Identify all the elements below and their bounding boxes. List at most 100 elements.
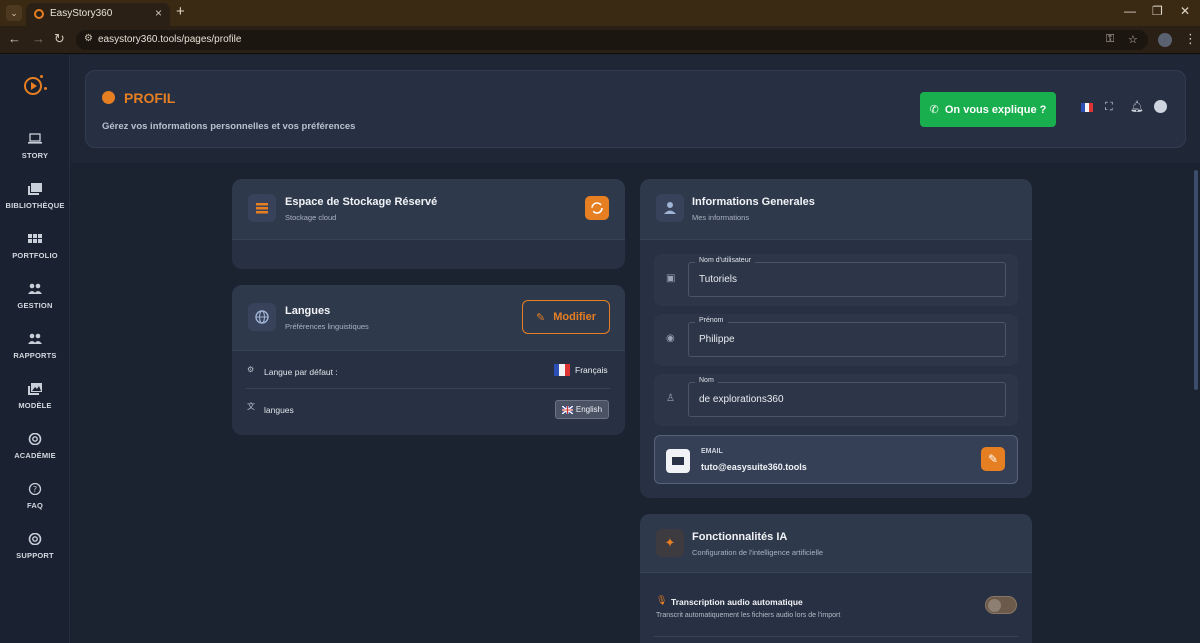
tab-search-button[interactable]: ⌄ bbox=[6, 5, 22, 21]
general-info-header: Informations Generales Mes informations bbox=[640, 179, 1032, 240]
minimize-icon[interactable]: — bbox=[1124, 4, 1136, 18]
username-value: Tutoriels bbox=[699, 274, 737, 285]
sidebar-item-academie[interactable]: ACADÉMIE bbox=[0, 433, 70, 473]
sparkles-icon: ✦ bbox=[656, 529, 684, 557]
sidebar-item-label: PORTFOLIO bbox=[12, 251, 58, 260]
sidebar: STORY BIBLIOTHÈQUE PORTFOLIO GESTION RAP… bbox=[0, 55, 70, 643]
sidebar-item-support[interactable]: SUPPORT bbox=[0, 533, 70, 573]
pencil-icon: ✎ bbox=[987, 452, 999, 466]
fullscreen-icon[interactable]: ⛶ bbox=[1105, 101, 1113, 114]
lifebuoy-icon bbox=[28, 433, 42, 445]
address-url: easystory360.tools/pages/profile bbox=[98, 34, 242, 45]
page-subtitle: Gérez vos informations personnelles et v… bbox=[102, 121, 356, 132]
general-info-card: Informations Generales Mes informations … bbox=[640, 179, 1032, 498]
browser-profile-avatar[interactable] bbox=[1158, 33, 1172, 47]
bookmark-star-icon[interactable]: ☆ bbox=[1128, 33, 1138, 46]
user-circle-icon: ◉ bbox=[666, 333, 675, 344]
users-icon bbox=[28, 283, 42, 294]
users-icon bbox=[28, 333, 42, 344]
site-info-icon[interactable]: ⚙ bbox=[84, 33, 93, 44]
browser-tab[interactable]: EasyStory360 × bbox=[26, 3, 170, 26]
browser-toolbar: ← → ↻ ⚙ easystory360.tools/pages/profile… bbox=[0, 26, 1200, 54]
key-icon[interactable]: ⚿ bbox=[1106, 33, 1114, 46]
email-block: EMAIL tuto@easysuite360.tools ✎ bbox=[654, 435, 1018, 484]
logo-dot bbox=[40, 75, 43, 78]
ai-features-title: Fonctionnalités IA bbox=[692, 531, 788, 543]
page-title: PROFIL bbox=[124, 90, 176, 106]
firstname-field[interactable]: Prénom Philippe bbox=[688, 317, 1006, 357]
sidebar-item-modele[interactable]: MODÈLE bbox=[0, 383, 70, 423]
sidebar-item-label: FAQ bbox=[26, 501, 44, 510]
lastname-value: de explorations360 bbox=[699, 394, 784, 405]
sidebar-item-portfolio[interactable]: PORTFOLIO bbox=[0, 233, 70, 273]
language-flag-icon[interactable] bbox=[1081, 103, 1093, 115]
transcription-toggle[interactable] bbox=[985, 596, 1017, 614]
account-icon[interactable] bbox=[1154, 100, 1167, 113]
sidebar-item-rapports[interactable]: RAPPORTS bbox=[0, 333, 70, 373]
firstname-field-group: ◉ Prénom Philippe bbox=[654, 314, 1018, 366]
general-info-subtitle: Mes informations bbox=[692, 213, 750, 222]
page-scrollbar[interactable] bbox=[1194, 170, 1198, 390]
close-window-icon[interactable]: ✕ bbox=[1180, 4, 1190, 18]
sidebar-item-label: BIBLIOTHÈQUE bbox=[5, 201, 65, 210]
explain-button[interactable]: ✆ On vous explique ? bbox=[920, 92, 1056, 127]
address-bar[interactable]: ⚙ easystory360.tools/pages/profile ⚿ ☆ bbox=[76, 30, 1148, 50]
page-header: PROFIL Gérez vos informations personnell… bbox=[85, 70, 1186, 148]
uk-flag-icon bbox=[561, 405, 573, 414]
storage-icon bbox=[248, 194, 276, 222]
lastname-field[interactable]: Nom de explorations360 bbox=[688, 377, 1006, 417]
email-label: EMAIL bbox=[701, 448, 723, 455]
new-tab-icon[interactable]: + bbox=[176, 3, 185, 20]
language-badge-label: English bbox=[575, 405, 603, 414]
row-divider bbox=[654, 636, 1018, 637]
logo-dot bbox=[44, 87, 47, 90]
default-language-text: Français bbox=[575, 365, 608, 375]
sidebar-item-story[interactable]: STORY bbox=[0, 133, 70, 173]
default-language-value: Français bbox=[554, 364, 608, 376]
sidebar-item-bibliotheque[interactable]: BIBLIOTHÈQUE bbox=[0, 183, 70, 223]
favicon-icon bbox=[34, 9, 44, 19]
help-icon: ? bbox=[28, 483, 42, 495]
sidebar-item-gestion[interactable]: GESTION bbox=[0, 283, 70, 323]
laptop-icon bbox=[28, 133, 42, 144]
maximize-icon[interactable]: ❐ bbox=[1152, 4, 1163, 18]
refresh-button[interactable] bbox=[585, 196, 609, 220]
edit-email-button[interactable]: ✎ bbox=[981, 447, 1005, 471]
grid-icon bbox=[28, 234, 42, 243]
svg-text:?: ? bbox=[33, 485, 37, 494]
ai-features-card: ✦ Fonctionnalités IA Configuration de l'… bbox=[640, 514, 1032, 643]
forward-icon[interactable]: → bbox=[32, 31, 45, 46]
tab-close-icon[interactable]: × bbox=[155, 6, 162, 20]
firstname-value: Philippe bbox=[699, 334, 735, 345]
username-field-group: ▣ Nom d'utilisateur Tutoriels bbox=[654, 254, 1018, 306]
explain-button-label: On vous explique ? bbox=[944, 103, 1047, 116]
bell-icon[interactable]: 🔔︎ bbox=[1130, 100, 1144, 113]
languages-card: Langues Préférences linguistiques ✎ Modi… bbox=[232, 285, 625, 435]
storage-card-header: Espace de Stockage Réservé Stockage clou… bbox=[232, 179, 625, 240]
sidebar-item-faq[interactable]: ? FAQ bbox=[0, 483, 70, 523]
default-language-label: Langue par défaut : bbox=[264, 367, 338, 377]
browser-menu-icon[interactable]: ⋮ bbox=[1184, 31, 1197, 47]
transcription-description: Transcrit automatiquement les fichiers a… bbox=[656, 612, 841, 619]
reload-icon[interactable]: ↻ bbox=[54, 31, 65, 47]
language-badge-english[interactable]: English bbox=[555, 400, 609, 419]
username-label: Nom d'utilisateur bbox=[695, 257, 755, 264]
user-circle-icon bbox=[102, 91, 115, 104]
app-logo-icon[interactable] bbox=[24, 77, 42, 95]
microphone-icon: 🎙︎ bbox=[656, 595, 668, 605]
toggle-knob bbox=[988, 599, 1001, 612]
languages-subtitle: Préférences linguistiques bbox=[285, 322, 369, 331]
sidebar-item-label: GESTION bbox=[17, 301, 53, 310]
france-flag-icon bbox=[554, 364, 570, 376]
username-field[interactable]: Nom d'utilisateur Tutoriels bbox=[688, 257, 1006, 297]
gear-icon: ⚙ bbox=[247, 365, 255, 374]
user-icon bbox=[656, 194, 684, 222]
browser-tabbar: ⌄ EasyStory360 × + — ❐ ✕ bbox=[0, 0, 1200, 26]
modify-button-label: Modifier bbox=[553, 311, 596, 323]
back-icon[interactable]: ← bbox=[8, 31, 21, 46]
sidebar-item-label: STORY bbox=[21, 151, 49, 160]
sidebar-item-label: RAPPORTS bbox=[13, 351, 57, 360]
lastname-label: Nom bbox=[695, 377, 718, 384]
tab-title: EasyStory360 bbox=[50, 8, 113, 19]
modify-languages-button[interactable]: ✎ Modifier bbox=[522, 300, 610, 334]
